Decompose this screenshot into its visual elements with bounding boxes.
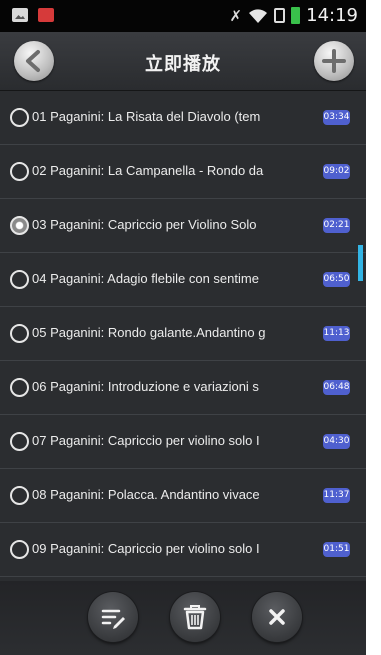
track-duration: 03:34 [323, 110, 350, 125]
track-list[interactable]: 01 Paganini: La Risata del Diavolo (tem … [0, 91, 366, 581]
track-radio[interactable] [10, 108, 29, 127]
system-icons: ✗ 14:19 [230, 5, 358, 26]
sim-icon [274, 8, 286, 23]
wifi-icon [249, 8, 268, 23]
track-row[interactable]: 05 Paganini: Rondo galante.Andantino g 1… [0, 307, 366, 361]
bottom-toolbar [0, 581, 366, 655]
track-radio[interactable] [10, 378, 29, 397]
edit-list-icon [101, 609, 125, 629]
header: 立即播放 [0, 32, 366, 91]
track-row[interactable]: 09 Paganini: Capriccio per violino solo … [0, 523, 366, 577]
battery-icon [291, 7, 301, 24]
mute-icon: ✗ [229, 6, 243, 25]
close-button[interactable] [252, 592, 302, 642]
edit-button[interactable] [88, 592, 138, 642]
track-radio[interactable] [10, 432, 29, 451]
track-duration: 06:48 [323, 380, 350, 395]
plus-icon [322, 49, 346, 73]
track-radio[interactable] [10, 324, 29, 343]
track-row[interactable]: 08 Paganini: Polacca. Andantino vivace 1… [0, 469, 366, 523]
page-title: 立即播放 [145, 54, 221, 75]
track-title: 04 Paganini: Adagio flebile con sentime [32, 271, 259, 286]
track-row[interactable]: 06 Paganini: Introduzione e variazioni s… [0, 361, 366, 415]
track-title: 07 Paganini: Capriccio per violino solo … [32, 433, 260, 448]
track-row[interactable]: 01 Paganini: La Risata del Diavolo (tem … [0, 91, 366, 145]
track-duration: 11:37 [323, 488, 350, 503]
track-radio[interactable] [10, 162, 29, 181]
track-row[interactable]: 02 Paganini: La Campanella - Rondo da 09… [0, 145, 366, 199]
scrollbar-thumb[interactable] [358, 245, 363, 281]
track-radio[interactable] [10, 540, 29, 559]
close-icon [269, 609, 285, 625]
track-title: 05 Paganini: Rondo galante.Andantino g [32, 325, 266, 340]
status-bar: ✗ 14:19 [0, 0, 366, 32]
add-button[interactable] [314, 41, 354, 81]
track-duration: 01:51 [323, 542, 350, 557]
track-title: 09 Paganini: Capriccio per violino solo … [32, 541, 260, 556]
track-duration: 02:21 [323, 218, 350, 233]
app-notification-icon [38, 8, 54, 22]
track-title: 08 Paganini: Polacca. Andantino vivace [32, 487, 260, 502]
delete-button[interactable] [170, 592, 220, 642]
track-duration: 06:50 [323, 272, 350, 287]
track-row[interactable]: 03 Paganini: Capriccio per Violino Solo … [0, 199, 366, 253]
track-duration: 04:30 [323, 434, 350, 449]
trash-icon [183, 605, 207, 630]
notification-icons [12, 8, 54, 22]
clock: 14:19 [306, 5, 358, 26]
screen: ✗ 14:19 立即播放 01 Paganini: La Risata del … [0, 0, 366, 655]
track-radio[interactable] [10, 486, 29, 505]
track-title: 03 Paganini: Capriccio per Violino Solo [32, 217, 257, 232]
track-row[interactable]: 07 Paganini: Capriccio per violino solo … [0, 415, 366, 469]
track-duration: 11:13 [323, 326, 350, 341]
track-title: 01 Paganini: La Risata del Diavolo (tem [32, 109, 261, 124]
track-radio-selected[interactable] [10, 216, 29, 235]
track-duration: 09:02 [323, 164, 350, 179]
track-title: 02 Paganini: La Campanella - Rondo da [32, 163, 264, 178]
track-title: 06 Paganini: Introduzione e variazioni s [32, 379, 259, 394]
track-row[interactable]: 04 Paganini: Adagio flebile con sentime … [0, 253, 366, 307]
gallery-notification-icon [12, 8, 28, 22]
track-radio[interactable] [10, 270, 29, 289]
